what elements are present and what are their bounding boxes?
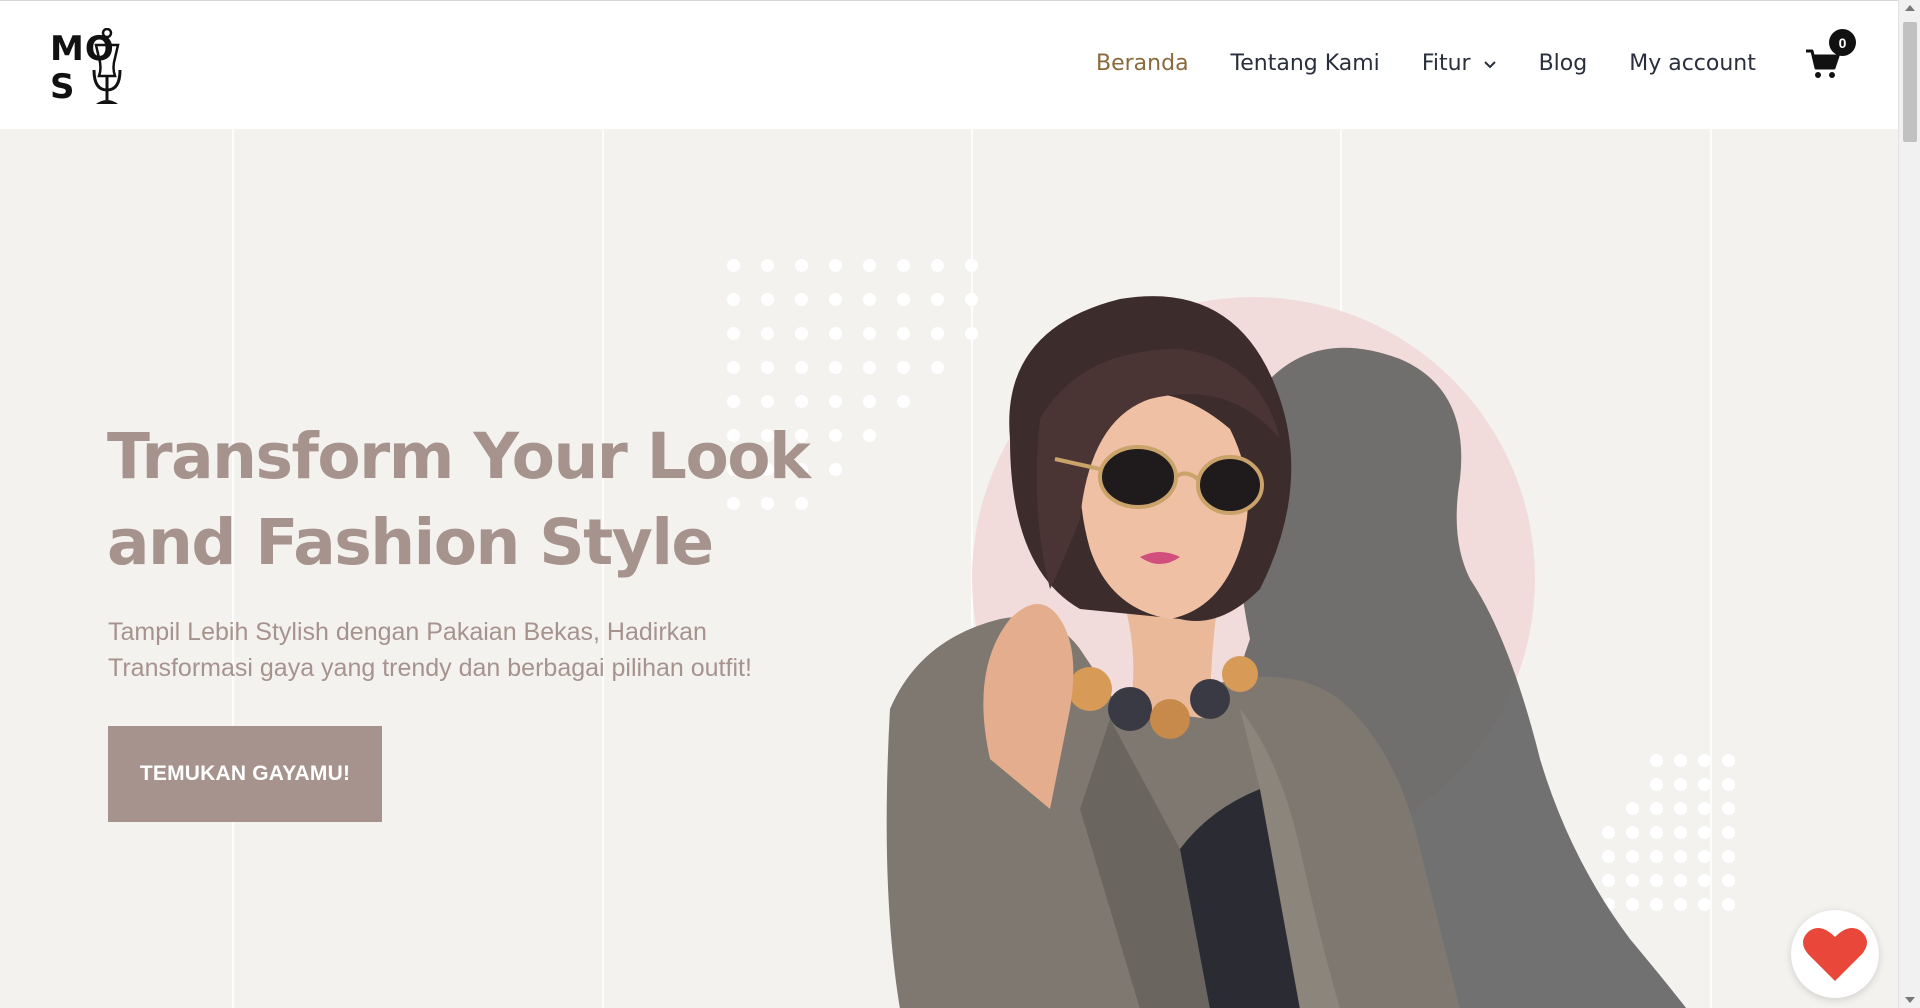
hero-section: Transform Your Look and Fashion Style Ta… bbox=[0, 129, 1898, 1008]
decorative-dot bbox=[795, 293, 808, 306]
decorative-dot bbox=[897, 259, 910, 272]
nav-item-fitur-label: Fitur bbox=[1421, 51, 1471, 76]
scroll-thumb[interactable] bbox=[1903, 22, 1917, 142]
decorative-dot bbox=[965, 259, 978, 272]
decorative-dot bbox=[795, 259, 808, 272]
scrollbar[interactable] bbox=[1898, 0, 1920, 1008]
hero-title: Transform Your Look and Fashion Style bbox=[107, 414, 867, 586]
decorative-dot bbox=[795, 327, 808, 340]
heart-icon bbox=[1803, 928, 1867, 981]
decorative-dot bbox=[761, 293, 774, 306]
nav-item-fitur[interactable]: Fitur bbox=[1422, 51, 1497, 76]
decorative-dot bbox=[829, 259, 842, 272]
logo-text-right: S bbox=[50, 67, 76, 107]
decorative-dot bbox=[727, 395, 740, 408]
page: MOS Beranda Tentang Kami Fitur Blog My a… bbox=[0, 0, 1898, 1008]
scroll-up-arrow[interactable] bbox=[1905, 5, 1915, 11]
decorative-dot bbox=[727, 327, 740, 340]
logo-text-left: MO bbox=[50, 29, 115, 69]
main-nav: Beranda Tentang Kami Fitur Blog My accou… bbox=[1096, 51, 1798, 76]
logo-text: MOS bbox=[50, 30, 152, 106]
nav-item-beranda[interactable]: Beranda bbox=[1096, 51, 1189, 76]
hero-title-line-2: and Fashion Style bbox=[107, 506, 714, 579]
decorative-dot bbox=[863, 395, 876, 408]
cta-button[interactable]: TEMUKAN GAYAMU! bbox=[108, 726, 382, 822]
decorative-dot bbox=[829, 293, 842, 306]
decorative-dot bbox=[863, 361, 876, 374]
decorative-dot bbox=[727, 259, 740, 272]
nav-item-my-account[interactable]: My account bbox=[1629, 51, 1756, 76]
hero-subtitle-line-2: Transformasi gaya yang trendy dan berbag… bbox=[108, 654, 752, 682]
decorative-dot bbox=[761, 259, 774, 272]
decorative-dot bbox=[761, 327, 774, 340]
decorative-dot bbox=[829, 395, 842, 408]
nav-item-tentang-kami[interactable]: Tentang Kami bbox=[1231, 51, 1380, 76]
fashion-model-image bbox=[886, 296, 1460, 1008]
chevron-down-icon bbox=[1483, 60, 1496, 68]
decorative-dot bbox=[761, 395, 774, 408]
decorative-dot bbox=[829, 361, 842, 374]
wishlist-button[interactable] bbox=[1791, 910, 1879, 998]
site-logo[interactable]: MOS bbox=[50, 28, 152, 106]
decorative-dot bbox=[795, 395, 808, 408]
decorative-dot bbox=[829, 327, 842, 340]
decorative-dot bbox=[863, 293, 876, 306]
decorative-dot bbox=[795, 361, 808, 374]
decorative-dot bbox=[863, 327, 876, 340]
site-header: MOS Beranda Tentang Kami Fitur Blog My a… bbox=[0, 0, 1898, 129]
hero-subtitle-line-1: Tampil Lebih Stylish dengan Pakaian Beka… bbox=[108, 618, 707, 646]
decorative-dot bbox=[727, 293, 740, 306]
nav-item-blog[interactable]: Blog bbox=[1539, 51, 1588, 76]
decorative-dot bbox=[931, 259, 944, 272]
scroll-down-arrow[interactable] bbox=[1905, 997, 1915, 1003]
hero-title-line-1: Transform Your Look bbox=[107, 420, 811, 493]
decorative-dot bbox=[761, 361, 774, 374]
decorative-dot bbox=[863, 259, 876, 272]
cart-count-badge: 0 bbox=[1829, 29, 1856, 56]
hero-subtitle: Tampil Lebih Stylish dengan Pakaian Beka… bbox=[108, 614, 848, 686]
decorative-dot bbox=[727, 361, 740, 374]
